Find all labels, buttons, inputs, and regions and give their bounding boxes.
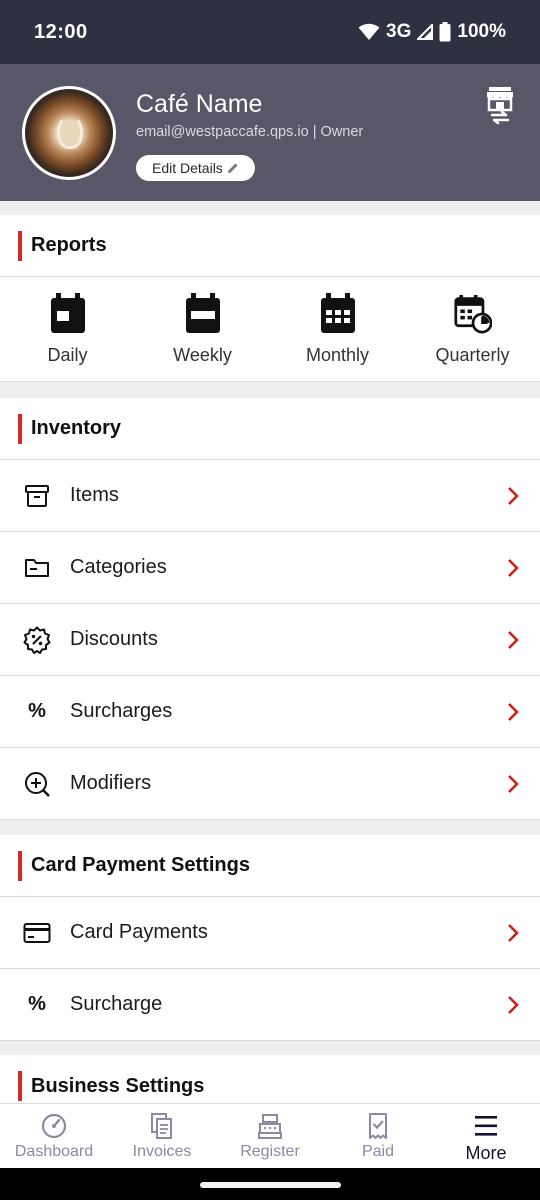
cafe-name: Café Name bbox=[136, 90, 263, 118]
edit-details-label: Edit Details bbox=[152, 160, 223, 176]
inventory-row-label: Categories bbox=[70, 556, 167, 578]
inventory-row-modifiers[interactable]: Modifiers bbox=[0, 748, 540, 820]
cash-register-icon bbox=[258, 1114, 282, 1139]
report-weekly[interactable]: Weekly bbox=[135, 277, 270, 381]
receipt-check-icon bbox=[369, 1113, 387, 1139]
reports-section: Reports Daily Weekly Monthly Quarterly bbox=[0, 215, 540, 382]
nav-label: More bbox=[465, 1143, 507, 1163]
cafe-email-role: email@westpaccafe.qps.io | Owner bbox=[136, 124, 364, 140]
folder-icon bbox=[25, 558, 49, 577]
report-quarterly[interactable]: Quarterly bbox=[405, 277, 540, 381]
inventory-section: Inventory Items Categories Discounts % S… bbox=[0, 398, 540, 820]
system-nav-bar bbox=[0, 1168, 540, 1200]
discount-badge-icon bbox=[23, 626, 51, 654]
nav-invoices[interactable]: Invoices bbox=[108, 1104, 216, 1168]
inventory-row-label: Discounts bbox=[70, 628, 158, 650]
card-row-card-payments[interactable]: Card Payments bbox=[0, 897, 540, 969]
chevron-right-icon bbox=[508, 995, 519, 1014]
inventory-row-label: Items bbox=[70, 484, 119, 506]
signal-icon bbox=[417, 24, 434, 40]
chevron-right-icon bbox=[508, 702, 519, 721]
calendar-clock-icon bbox=[453, 295, 492, 334]
nav-label: Invoices bbox=[132, 1143, 192, 1160]
calendar-day-icon bbox=[50, 293, 85, 333]
report-daily[interactable]: Daily bbox=[0, 277, 135, 381]
calendar-month-icon bbox=[320, 293, 355, 333]
status-time: 12:00 bbox=[34, 20, 88, 43]
zoom-plus-icon bbox=[25, 771, 50, 797]
nav-more[interactable]: More bbox=[432, 1104, 540, 1168]
card-row-surcharge[interactable]: % Surcharge bbox=[0, 969, 540, 1041]
nav-dashboard[interactable]: Dashboard bbox=[0, 1104, 108, 1168]
hamburger-menu-icon bbox=[475, 1116, 497, 1136]
inventory-row-categories[interactable]: Categories bbox=[0, 532, 540, 604]
credit-card-icon bbox=[23, 922, 51, 943]
nav-label: Dashboard bbox=[14, 1143, 94, 1160]
battery-icon bbox=[439, 22, 451, 42]
home-gesture-pill[interactable] bbox=[200, 1182, 341, 1188]
chevron-right-icon bbox=[508, 923, 519, 942]
chevron-right-icon bbox=[508, 558, 519, 577]
report-quarterly-label: Quarterly bbox=[435, 345, 510, 365]
inventory-row-label: Surcharges bbox=[70, 700, 173, 722]
business-settings-section: Business Settings bbox=[0, 1055, 540, 1103]
percent-icon: % bbox=[28, 700, 46, 722]
profile-header: Café Name email@westpaccafe.qps.io | Own… bbox=[0, 64, 540, 201]
report-weekly-label: Weekly bbox=[173, 345, 232, 365]
nav-register[interactable]: Register bbox=[216, 1104, 324, 1168]
reports-row: Daily Weekly Monthly Quarterly bbox=[0, 277, 540, 382]
business-settings-title: Business Settings bbox=[0, 1055, 540, 1103]
box-icon bbox=[25, 484, 49, 507]
report-monthly[interactable]: Monthly bbox=[270, 277, 405, 381]
card-payment-settings-title: Card Payment Settings bbox=[0, 835, 540, 897]
report-monthly-label: Monthly bbox=[305, 345, 370, 365]
bottom-nav: Dashboard Invoices Register Paid More bbox=[0, 1103, 540, 1168]
nav-label: Paid bbox=[361, 1143, 395, 1160]
card-row-label: Surcharge bbox=[70, 993, 163, 1015]
reports-title: Reports bbox=[0, 215, 540, 277]
chevron-right-icon bbox=[508, 486, 519, 505]
inventory-title: Inventory bbox=[0, 398, 540, 460]
nav-label: Register bbox=[240, 1143, 300, 1160]
documents-icon bbox=[151, 1113, 172, 1139]
wifi-icon bbox=[358, 23, 380, 40]
inventory-row-surcharges[interactable]: % Surcharges bbox=[0, 676, 540, 748]
inventory-row-label: Modifiers bbox=[70, 772, 152, 794]
battery-label: 100% bbox=[457, 21, 506, 42]
gauge-icon bbox=[41, 1113, 67, 1139]
status-indicators: 3G 100% bbox=[358, 21, 506, 43]
inventory-row-discounts[interactable]: Discounts bbox=[0, 604, 540, 676]
cafe-avatar[interactable] bbox=[22, 86, 116, 180]
card-row-label: Card Payments bbox=[70, 921, 208, 943]
chevron-right-icon bbox=[508, 630, 519, 649]
chevron-right-icon bbox=[508, 774, 519, 793]
card-payment-settings-section: Card Payment Settings Card Payments % Su… bbox=[0, 835, 540, 1041]
percent-icon: % bbox=[28, 993, 46, 1015]
nav-paid[interactable]: Paid bbox=[324, 1104, 432, 1168]
edit-details-button[interactable]: Edit Details bbox=[136, 155, 255, 181]
inventory-row-items[interactable]: Items bbox=[0, 460, 540, 532]
pencil-icon bbox=[227, 163, 238, 173]
switch-store-icon[interactable] bbox=[485, 85, 515, 125]
status-bar: 12:00 3G 100% bbox=[0, 0, 540, 64]
calendar-week-icon bbox=[185, 293, 220, 333]
network-label: 3G bbox=[386, 21, 412, 42]
report-daily-label: Daily bbox=[47, 345, 88, 365]
